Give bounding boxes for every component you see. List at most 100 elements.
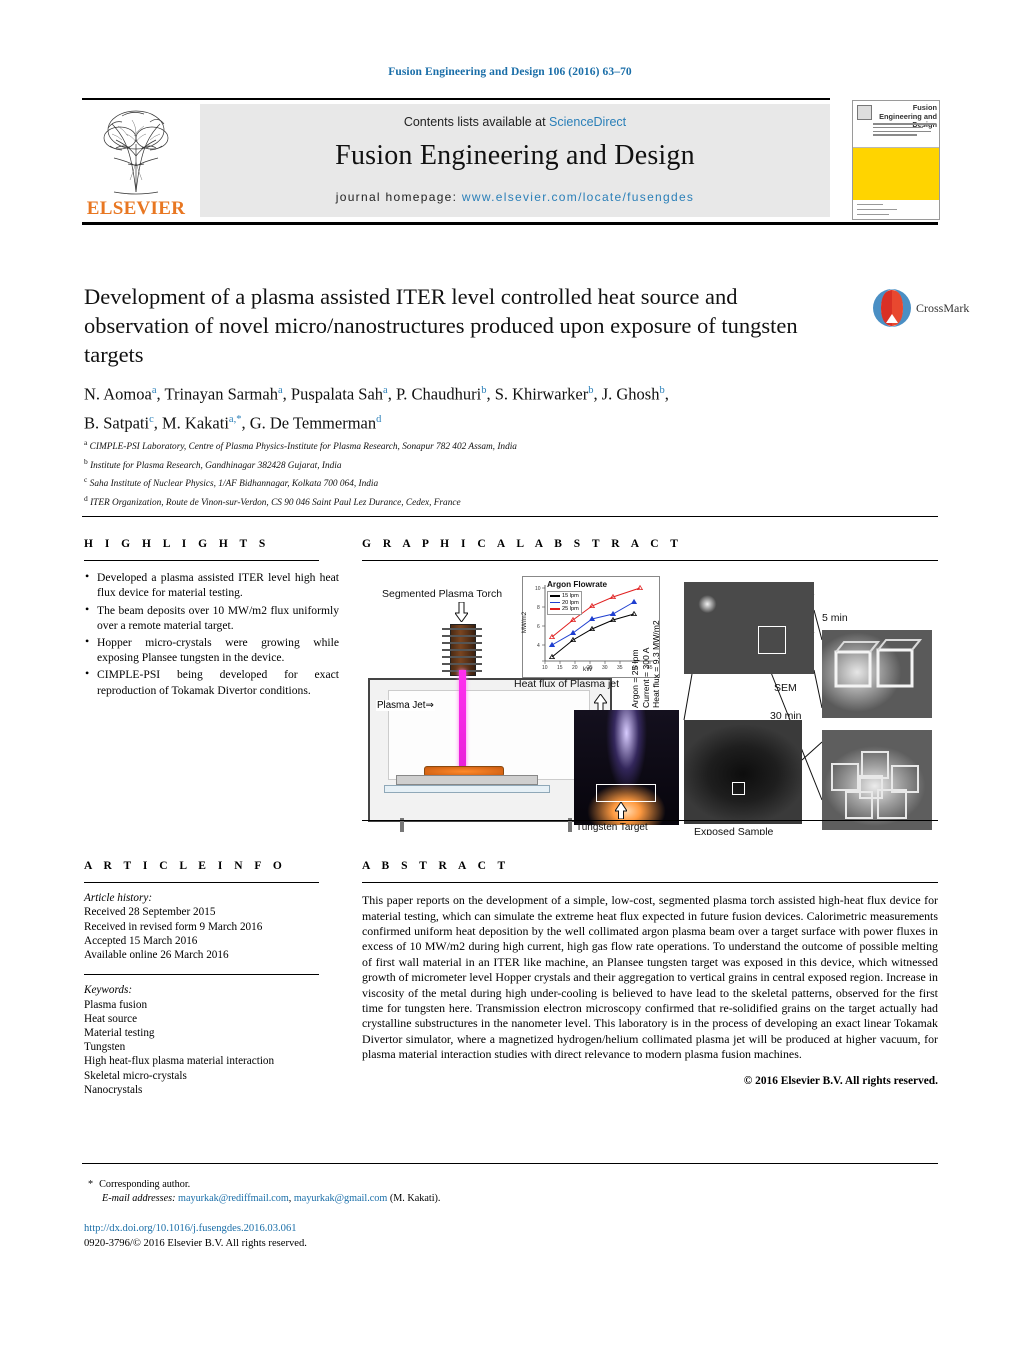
issn-line: 0920-3796/© 2016 Elsevier B.V. All right…: [84, 1237, 307, 1249]
svg-text:15: 15: [557, 665, 563, 671]
article-info-rule: [84, 882, 319, 884]
legend-entry: 15 lpm: [550, 593, 579, 600]
exposed-sample-image: [684, 720, 802, 825]
running-head: Fusion Engineering and Design 106 (2016)…: [388, 66, 632, 78]
target-stage: [396, 775, 538, 786]
affiliation-marker: b: [84, 456, 88, 466]
list-item: Developed a plasma assisted ITER level h…: [84, 569, 339, 600]
masthead-rule-top: [82, 98, 830, 100]
graphical-abstract-heading: G R A P H I C A L A B S T R A C T: [362, 538, 683, 550]
svg-text:30: 30: [602, 665, 608, 671]
cover-mini-logo-icon: [857, 105, 872, 120]
section-divider-top: [82, 516, 938, 518]
keyword-item: High heat-flux plasma material interacti…: [84, 1055, 275, 1068]
history-item: Received in revised form 9 March 2016: [84, 920, 263, 933]
exposure-parameters: Argon = 25 lpm Current = 300 A Heat flux…: [630, 588, 661, 709]
affiliation-item: d ITER Organization, Route de Vinon-sur-…: [84, 492, 884, 511]
email-link-2[interactable]: mayurkak@gmail.com: [294, 1193, 387, 1204]
cover-subtitle-lines: [873, 123, 936, 139]
keyword-item: Tungsten: [84, 1041, 126, 1054]
abstract-text: This paper reports on the development of…: [362, 893, 938, 1062]
keyword-item: Material testing: [84, 1027, 155, 1039]
email-label: E-mail addresses:: [102, 1193, 176, 1204]
sciencedirect-link[interactable]: ScienceDirect: [549, 115, 626, 129]
sample-roi-box: [732, 782, 745, 796]
target-stage-base: [384, 785, 550, 794]
crossmark-label: CrossMark: [916, 301, 970, 315]
keyword-item: Nanocrystals: [84, 1083, 143, 1096]
crossmark-badge[interactable]: CrossMark: [872, 288, 969, 330]
affiliation-text: CIMPLE-PSI Laboratory, Centre of Plasma …: [89, 442, 517, 453]
param-argon: Argon = 25 lpm: [630, 649, 640, 709]
corresponding-line: * Corresponding author.: [88, 1178, 788, 1192]
plasma-jet-text: Plasma Jet: [377, 700, 426, 712]
svg-text:10: 10: [542, 665, 548, 671]
list-item: The beam deposits over 10 MW/m2 flux uni…: [84, 602, 339, 633]
title-block: Development of a plasma assisted ITER le…: [84, 282, 844, 369]
page-title: Development of a plasma assisted ITER le…: [84, 284, 798, 367]
elsevier-tree-icon: [88, 104, 184, 196]
author-line-2: B. Satpatic, M. Kakatia,*, G. De Temmerm…: [84, 413, 382, 432]
legend-entry: 25 lpm: [550, 606, 579, 613]
sem-label: SEM: [774, 682, 797, 695]
email-link-1[interactable]: mayurkak@rediffmail.com: [178, 1193, 289, 1204]
five-min-label: 5 min: [822, 612, 848, 625]
email-line: E-mail addresses: mayurkak@rediffmail.co…: [88, 1192, 788, 1206]
highlights-heading: H I G H L I G H T S: [84, 538, 270, 550]
param-heat-flux: Heat flux = 9.3 MW/m2: [651, 620, 661, 709]
affiliation-text: ITER Organization, Route de Vinon-sur-Ve…: [90, 497, 461, 508]
corresponding-marker: *: [88, 1179, 94, 1190]
contents-lists-line: Contents lists available at ScienceDirec…: [200, 115, 830, 129]
article-history-label: Article history:: [84, 892, 153, 905]
svg-text:6: 6: [537, 624, 540, 630]
svg-text:35: 35: [617, 665, 623, 671]
svg-text:4: 4: [537, 643, 540, 649]
article-info-section: A R T I C L E I N F O Article history: R…: [84, 860, 339, 1097]
chart-x-axis-label: kW: [583, 666, 593, 674]
affiliation-item: b Institute for Plasma Research, Gandhin…: [84, 455, 884, 474]
affiliation-marker: c: [84, 475, 88, 484]
contents-prefix: Contents lists available at: [403, 115, 550, 129]
doi-link[interactable]: http://dx.doi.org/10.1016/j.fusengdes.20…: [84, 1223, 297, 1234]
abstract-rule: [362, 882, 938, 884]
exposed-sample-label: Exposed Sample: [694, 826, 774, 836]
legend-swatch: [550, 594, 560, 597]
cover-bottom-section: [853, 200, 939, 219]
legend-label: 15 lpm: [562, 593, 579, 600]
doi-block: http://dx.doi.org/10.1016/j.fusengdes.20…: [84, 1222, 307, 1251]
sem-roi-box: [758, 626, 786, 655]
masthead-center-panel: Contents lists available at ScienceDirec…: [200, 104, 830, 217]
chart-legend: 15 lpm 20 lpm 25 lpm: [547, 591, 582, 615]
svg-text:10: 10: [535, 586, 541, 592]
svg-text:20: 20: [572, 665, 578, 671]
cover-color-block: [853, 148, 939, 200]
plasma-torch-graphic: [442, 624, 482, 677]
affiliation-item: a CIMPLE-PSI Laboratory, Centre of Plasm…: [84, 436, 884, 455]
graphical-abstract-rule-bottom: [362, 820, 938, 822]
journal-homepage-link[interactable]: www.elsevier.com/locate/fusengdes: [462, 190, 694, 204]
corresponding-author-note: * Corresponding author. E-mail addresses:…: [88, 1178, 788, 1206]
legend-swatch: [550, 601, 560, 604]
masthead-rule-bottom: [82, 222, 938, 225]
torch-label: Segmented Plasma Torch: [382, 588, 503, 601]
highlights-rule: [84, 560, 319, 562]
affiliation-marker: a: [84, 438, 88, 447]
journal-masthead: ELSEVIER Contents lists available at Sci…: [82, 98, 940, 225]
highlights-section: H I G H L I G H T S Developed a plasma a…: [84, 538, 339, 700]
sem-30min-image: [822, 730, 932, 831]
affiliation-text: Saha Institute of Nuclear Physics, 1/AF …: [89, 479, 379, 490]
keyword-item: Heat source: [84, 1012, 138, 1025]
photo-roi-box: [596, 784, 656, 803]
legend-label: 25 lpm: [562, 606, 579, 613]
plasma-jet-label: Plasma Jet⇒: [376, 700, 435, 712]
author-line-1: N. Aomoaa, Trinayan Sarmaha, Puspalata S…: [84, 384, 669, 404]
journal-cover-thumbnail: Fusion Engineering and Design: [852, 100, 940, 220]
homepage-prefix: journal homepage:: [335, 190, 462, 204]
elsevier-wordmark: ELSEVIER: [86, 198, 186, 219]
graphical-abstract-figure: Segmented Plasma Torch Plasma Jet⇒ 10 8 …: [362, 570, 938, 836]
history-item: Received 28 September 2015: [84, 906, 216, 919]
author-list: N. Aomoaa, Trinayan Sarmaha, Puspalata S…: [84, 378, 884, 435]
footer-divider: [82, 1163, 938, 1165]
keyword-item: Skeletal micro-crystals: [84, 1069, 187, 1082]
keywords-label: Keywords:: [84, 984, 133, 997]
